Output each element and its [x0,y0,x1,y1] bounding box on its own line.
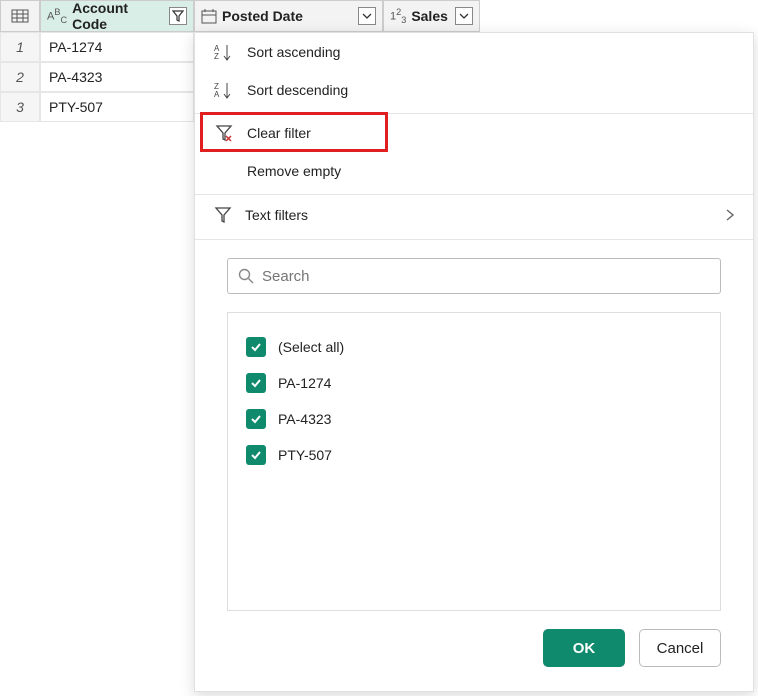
text-filters-item[interactable]: Text filters [195,195,753,235]
filter-item-label: PA-4323 [278,411,331,427]
filter-value-list: (Select all) PA-1274 PA-4323 PTY-507 [227,312,721,611]
cell-account-code[interactable]: PA-1274 [40,32,194,62]
menu-label: Sort ascending [247,44,340,60]
table-header: ABC Account Code Posted Date 123 Sales [0,0,758,32]
checkbox-checked-icon[interactable] [246,409,266,429]
search-input[interactable] [262,268,710,285]
chevron-right-icon [725,208,735,222]
chevron-down-icon [362,13,372,19]
funnel-icon [213,205,233,225]
column-header-posted-date[interactable]: Posted Date [194,0,383,32]
svg-text:A: A [214,90,220,99]
row-number: 2 [0,62,40,92]
clear-filter-item[interactable]: Clear filter [195,114,753,152]
checkbox-checked-icon[interactable] [246,337,266,357]
filter-item-label: (Select all) [278,339,344,355]
number-type-icon: 123 [390,7,406,25]
cancel-button[interactable]: Cancel [639,629,721,667]
funnel-clear-icon [213,123,235,143]
select-all-corner[interactable] [0,0,40,32]
chevron-down-icon [459,13,469,19]
filter-dropdown-panel: AZ Sort ascending ZA Sort descending Cle… [194,32,754,692]
filter-item-label: PA-1274 [278,375,331,391]
filter-dropdown-button[interactable] [455,7,473,25]
sort-ascending-item[interactable]: AZ Sort ascending [195,33,753,71]
table-icon [11,9,29,23]
cell-account-code[interactable]: PTY-507 [40,92,194,122]
remove-empty-item[interactable]: Remove empty [195,152,753,190]
button-label: OK [573,640,596,657]
sort-asc-icon: AZ [213,43,235,61]
column-header-sales[interactable]: 123 Sales [383,0,480,32]
column-header-account-code[interactable]: ABC Account Code [40,0,194,32]
row-number: 3 [0,92,40,122]
filter-checkbox-item[interactable]: (Select all) [246,329,702,365]
cell-account-code[interactable]: PA-4323 [40,62,194,92]
search-icon [238,268,254,284]
menu-label: Remove empty [247,163,341,179]
column-label: Account Code [72,0,164,32]
menu-label: Clear filter [247,125,311,141]
text-type-icon: ABC [47,7,67,25]
row-number: 1 [0,32,40,62]
filter-checkbox-item[interactable]: PA-1274 [246,365,702,401]
sort-desc-icon: ZA [213,81,235,99]
funnel-active-icon [172,10,184,22]
menu-label: Text filters [245,207,308,223]
svg-text:Z: Z [214,52,219,61]
menu-label: Sort descending [247,82,348,98]
column-label: Sales [411,8,448,24]
ok-button[interactable]: OK [543,629,625,667]
dialog-buttons: OK Cancel [195,611,753,691]
search-box[interactable] [227,258,721,294]
filter-dropdown-button[interactable] [169,7,187,25]
calendar-icon [201,8,217,24]
button-label: Cancel [657,640,704,657]
filter-item-label: PTY-507 [278,447,332,463]
filter-dropdown-button[interactable] [358,7,376,25]
filter-checkbox-item[interactable]: PTY-507 [246,437,702,473]
checkbox-checked-icon[interactable] [246,373,266,393]
checkbox-checked-icon[interactable] [246,445,266,465]
filter-checkbox-item[interactable]: PA-4323 [246,401,702,437]
column-label: Posted Date [222,8,303,24]
sort-descending-item[interactable]: ZA Sort descending [195,71,753,109]
